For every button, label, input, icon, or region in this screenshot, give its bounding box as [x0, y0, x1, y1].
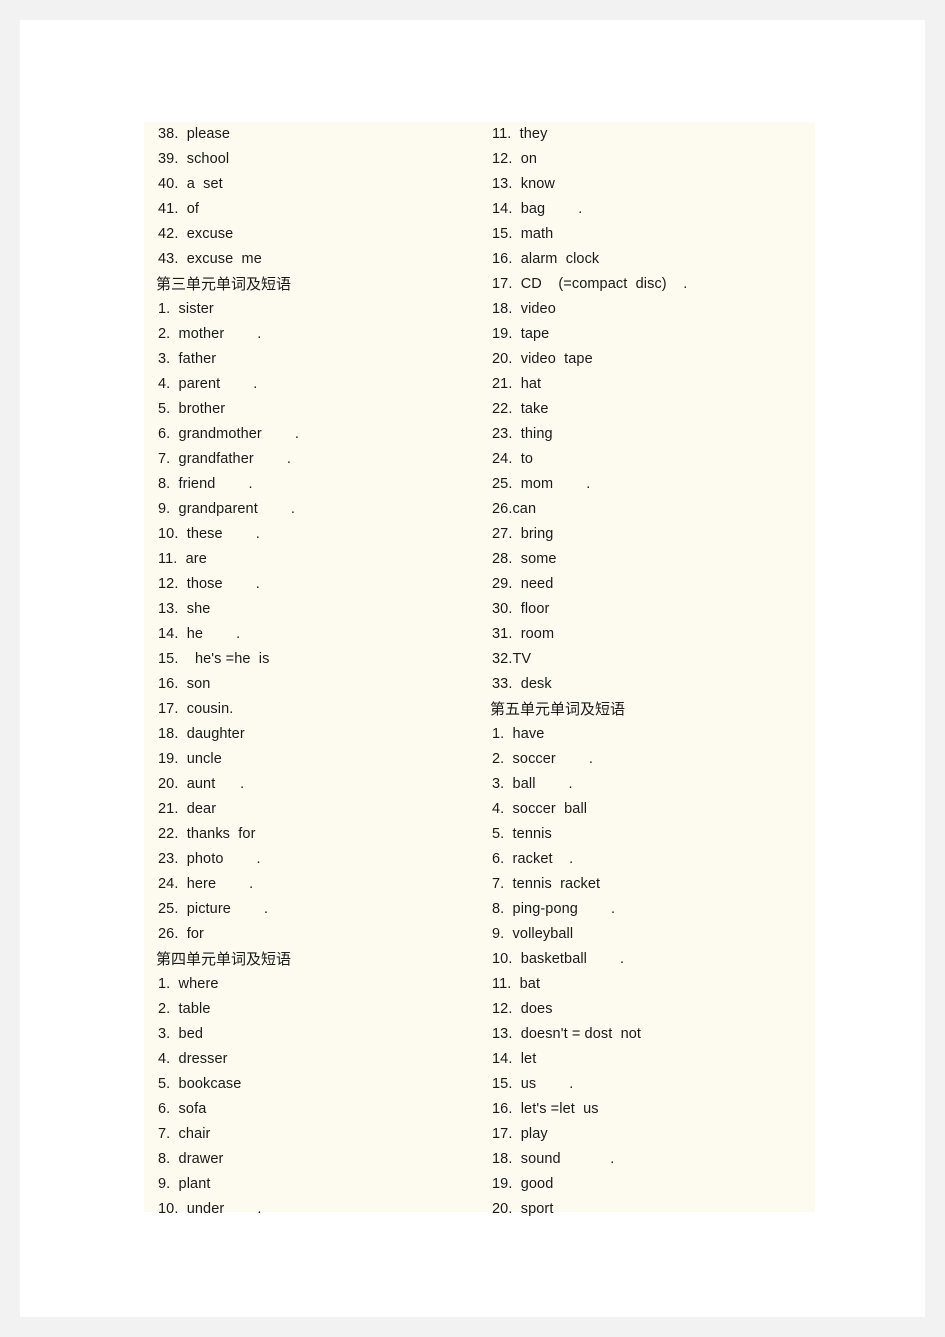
vocabulary-item: 42. excuse [158, 226, 234, 242]
unit-heading: 第四单元单词及短语 [156, 950, 292, 968]
left-column: 38. please 39. school 40. a set 41. of 42. e… [144, 122, 480, 1217]
vocabulary-item: 14. let [492, 1051, 537, 1067]
vocabulary-item: 6. sofa [158, 1101, 207, 1117]
vocabulary-item: 24. here . [158, 876, 254, 892]
vocabulary-item: 29. need [492, 576, 554, 592]
vocabulary-item: 8. ping-pong . [492, 901, 616, 917]
vocabulary-item: 31. room [492, 626, 555, 642]
vocabulary-item: 9. grandparent . [158, 501, 296, 517]
vocabulary-item: 30. floor [492, 601, 550, 617]
vocabulary-item: 38. please [158, 126, 231, 142]
vocabulary-item: 16. alarm clock [492, 251, 600, 267]
vocabulary-item: 32.TV [492, 651, 532, 667]
vocabulary-item: 28. some [492, 551, 557, 567]
vocabulary-item: 6. grandmother . [158, 426, 300, 442]
vocabulary-item: 10. under . [158, 1201, 262, 1217]
vocabulary-item: 41. of [158, 201, 200, 217]
vocabulary-item: 23. photo . [158, 851, 261, 867]
vocabulary-item: 13. know [492, 176, 555, 192]
vocabulary-item: 25. picture . [158, 901, 269, 917]
vocabulary-item: 18. daughter [158, 726, 245, 742]
vocabulary-item: 19. uncle [158, 751, 222, 767]
vocabulary-item: 3. ball . [492, 776, 573, 792]
vocabulary-item: 21. dear [158, 801, 217, 817]
vocabulary-item: 12. does [492, 1001, 553, 1017]
vocabulary-item: 5. bookcase [158, 1076, 242, 1092]
vocabulary-item: 13. she [158, 601, 211, 617]
vocabulary-item: 17. play [492, 1126, 548, 1142]
two-column-layout: 38. please 39. school 40. a set 41. of 42. e… [144, 122, 816, 1217]
unit-heading: 第五单元单词及短语 [490, 700, 626, 718]
vocabulary-item: 7. chair [158, 1126, 211, 1142]
vocabulary-item: 20. video tape [492, 351, 593, 367]
vocabulary-item: 16. son [158, 676, 211, 692]
vocabulary-item: 26. for [158, 926, 204, 942]
vocabulary-item: 13. doesn't = dost not [492, 1026, 642, 1042]
vocabulary-item: 21. hat [492, 376, 542, 392]
vocabulary-item: 22. take [492, 401, 549, 417]
vocabulary-item: 26.can [492, 501, 537, 517]
vocabulary-item: 1. where [158, 976, 219, 992]
vocabulary-item: 11. are [158, 551, 207, 567]
vocabulary-item: 16. let's =let us [492, 1101, 599, 1117]
vocabulary-item: 4. dresser [158, 1051, 228, 1067]
vocabulary-item: 2. soccer . [492, 751, 594, 767]
vocabulary-item: 20. sport [492, 1201, 554, 1217]
unit-heading: 第三单元单词及短语 [156, 275, 292, 293]
vocabulary-item: 8. friend . [158, 476, 253, 492]
vocabulary-item: 23. thing [492, 426, 553, 442]
vocabulary-item: 7. grandfather . [158, 451, 291, 467]
vocabulary-item: 3. father [158, 351, 217, 367]
vocabulary-item: 25. mom . [492, 476, 591, 492]
vocabulary-item: 2. table [158, 1001, 211, 1017]
vocabulary-content-block: 38. please 39. school 40. a set 41. of 42. e… [144, 122, 816, 1217]
vocabulary-item: 15. math [492, 226, 554, 242]
vocabulary-item: 43. excuse me [158, 251, 262, 267]
vocabulary-item: 2. mother . [158, 326, 262, 342]
vocabulary-item: 15. us . [492, 1076, 574, 1092]
vocabulary-item: 10. these . [158, 526, 260, 542]
vocabulary-item: 19. good [492, 1176, 554, 1192]
vocabulary-item: 6. racket . [492, 851, 574, 867]
vocabulary-item: 8. drawer [158, 1151, 224, 1167]
right-column: 11. they 12. on 13. know 14. bag . 15. math 1… [480, 122, 816, 1217]
vocabulary-item: 14. he . [158, 626, 241, 642]
vocabulary-item: 9. volleyball [492, 926, 574, 942]
vocabulary-item: 18. sound . [492, 1151, 615, 1167]
vocabulary-item: 12. those . [158, 576, 260, 592]
vocabulary-item: 40. a set [158, 176, 223, 192]
vocabulary-item: 5. tennis [492, 826, 552, 842]
vocabulary-item: 19. tape [492, 326, 550, 342]
vocabulary-item: 14. bag . [492, 201, 583, 217]
vocabulary-item: 3. bed [158, 1026, 204, 1042]
vocabulary-item: 27. bring [492, 526, 554, 542]
vocabulary-item: 33. desk [492, 676, 552, 692]
vocabulary-item: 20. aunt . [158, 776, 245, 792]
vocabulary-item: 10. basketball . [492, 951, 625, 967]
vocabulary-item: 11. bat [492, 976, 541, 992]
vocabulary-item: 1. sister [158, 301, 214, 317]
vocabulary-item: 24. to [492, 451, 534, 467]
document-page: 38. please 39. school 40. a set 41. of 42. e… [20, 20, 925, 1317]
vocabulary-item: 17. CD (=compact disc) . [492, 276, 688, 292]
vocabulary-item: 11. they [492, 126, 548, 142]
vocabulary-item: 7. tennis racket [492, 876, 601, 892]
vocabulary-item: 22. thanks for [158, 826, 256, 842]
vocabulary-item: 17. cousin. [158, 701, 234, 717]
vocabulary-item: 1. have [492, 726, 545, 742]
vocabulary-item: 4. soccer ball [492, 801, 588, 817]
vocabulary-item: 39. school [158, 151, 230, 167]
vocabulary-item: 5. brother [158, 401, 226, 417]
vocabulary-item: 9. plant [158, 1176, 211, 1192]
vocabulary-item: 12. on [492, 151, 538, 167]
vocabulary-item: 4. parent . [158, 376, 258, 392]
vocabulary-item: 18. video [492, 301, 556, 317]
vocabulary-item: 15. he's =he is [158, 651, 270, 667]
